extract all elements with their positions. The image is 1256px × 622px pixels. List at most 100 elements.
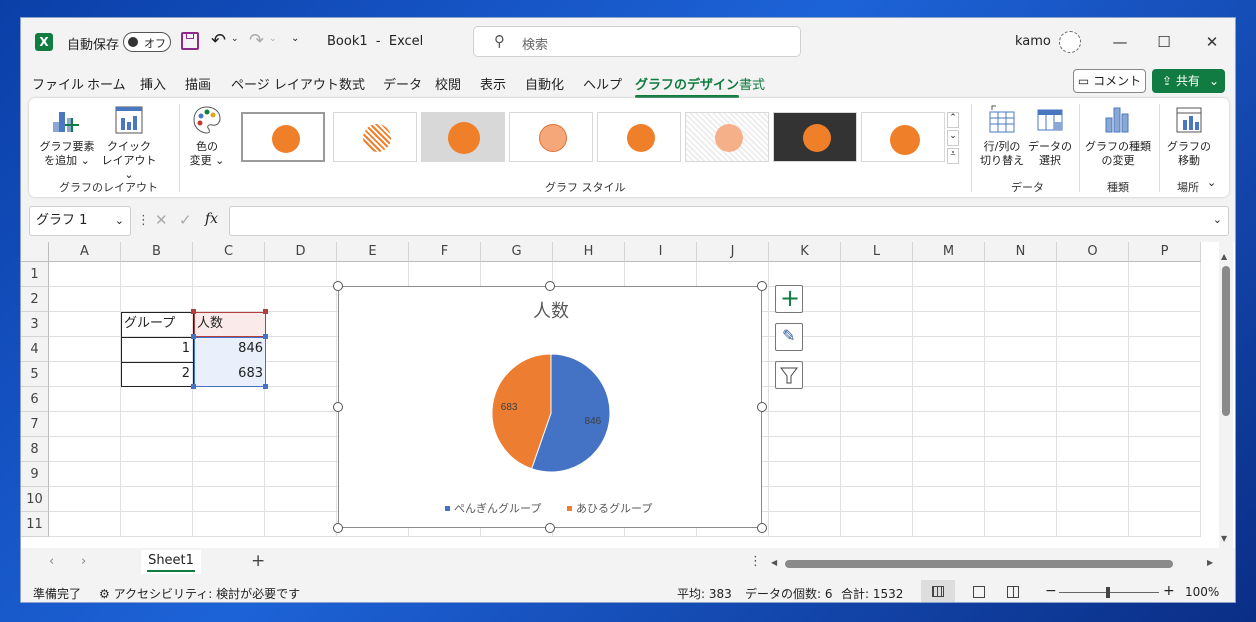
comment-button[interactable]: ▭ コメント [1073, 69, 1146, 93]
menu-home[interactable]: ホーム [87, 74, 126, 93]
undo-dropdown-icon[interactable]: ⌄ [231, 34, 239, 44]
name-box-dropdown-icon[interactable]: ⌄ [115, 207, 124, 235]
row-header-1[interactable]: 1 [21, 262, 49, 287]
cell-c4[interactable]: 683 [194, 362, 266, 387]
menu-chart-design[interactable]: グラフのデザイン [635, 74, 740, 98]
column-header-d[interactable]: D [265, 242, 337, 262]
search-box[interactable]: ⚲ 検索 [473, 26, 801, 57]
select-all-corner[interactable] [21, 242, 49, 262]
column-header-o[interactable]: O [1057, 242, 1129, 262]
row-header-6[interactable]: 6 [21, 387, 49, 412]
change-chart-type-button[interactable]: グラフの種類 の変更 [1083, 104, 1153, 168]
vertical-scroll-thumb[interactable] [1222, 266, 1230, 416]
chart-resize-handle[interactable] [757, 281, 767, 291]
chart-style-7[interactable] [773, 112, 857, 162]
chart-styles-button[interactable]: ✎ [775, 323, 803, 351]
zoom-slider[interactable] [1059, 587, 1159, 598]
row-header-8[interactable]: 8 [21, 437, 49, 462]
formula-input[interactable]: ⌄ [229, 206, 1229, 236]
page-break-view-icon[interactable] [1007, 586, 1019, 598]
formula-expand-icon[interactable]: ⌄ [1213, 213, 1222, 226]
row-header-11[interactable]: 11 [21, 512, 49, 537]
column-header-f[interactable]: F [409, 242, 481, 262]
chart-resize-handle[interactable] [757, 402, 767, 412]
chart-filters-button[interactable] [775, 361, 803, 389]
column-header-e[interactable]: E [337, 242, 409, 262]
style-scroll-down-icon[interactable]: ⌄ [947, 130, 959, 146]
chart-resize-handle[interactable] [333, 402, 343, 412]
prev-sheet-icon[interactable]: ‹ [49, 554, 54, 569]
chart-resize-handle[interactable] [757, 523, 767, 533]
chart-style-5[interactable] [597, 112, 681, 162]
vertical-scrollbar[interactable]: ▲ ▼ [1219, 242, 1233, 548]
share-button[interactable]: ⇪ 共有 ⌄ [1152, 69, 1225, 93]
column-header-l[interactable]: L [841, 242, 913, 262]
change-colors-button[interactable]: 色の 変更 ⌄ [187, 104, 227, 168]
data-label-2[interactable]: 683 [501, 402, 518, 413]
chart-resize-handle[interactable] [333, 523, 343, 533]
scroll-down-icon[interactable]: ▼ [1221, 534, 1227, 543]
column-header-j[interactable]: J [697, 242, 769, 262]
column-header-p[interactable]: P [1129, 242, 1201, 262]
cell-b2[interactable]: グループ [121, 312, 193, 337]
cell-c3[interactable]: 846 [194, 337, 266, 362]
minimize-icon[interactable]: — [1105, 28, 1135, 56]
zoom-slider-thumb[interactable] [1106, 587, 1110, 598]
name-box[interactable]: グラフ 1 ⌄ [29, 206, 131, 236]
column-header-h[interactable]: H [553, 242, 625, 262]
pie-chart[interactable]: 人数 846 683 ぺんぎんグループ あひるグループ [338, 286, 762, 528]
autosave-toggle[interactable]: オフ [123, 32, 171, 52]
row-header-2[interactable]: 2 [21, 287, 49, 312]
chart-resize-handle[interactable] [545, 523, 555, 533]
scroll-right-icon[interactable]: ▶ [1207, 558, 1213, 567]
row-header-4[interactable]: 4 [21, 337, 49, 362]
redo-icon[interactable]: ↷ [249, 30, 264, 51]
quick-layout-button[interactable]: クイック レイアウト ⌄ [99, 104, 159, 182]
data-label-1[interactable]: 846 [585, 416, 602, 427]
normal-view-icon[interactable] [921, 580, 955, 602]
menu-formulas[interactable]: 数式 [339, 74, 365, 93]
chart-style-4[interactable] [509, 112, 593, 162]
chart-title[interactable]: 人数 [533, 301, 569, 321]
row-header-5[interactable]: 5 [21, 362, 49, 387]
user-name[interactable]: kamo [1015, 34, 1051, 49]
add-sheet-button[interactable]: + [251, 551, 265, 571]
column-header-b[interactable]: B [121, 242, 193, 262]
tab-options-icon[interactable]: ⋮ [749, 554, 762, 569]
chart-style-8[interactable] [861, 112, 945, 162]
row-header-3[interactable]: 3 [21, 312, 49, 337]
cell-c2[interactable]: 人数 [194, 312, 266, 337]
move-chart-button[interactable]: グラフの 移動 [1165, 104, 1213, 168]
chart-elements-button[interactable]: + [775, 284, 803, 313]
menu-page-layout[interactable]: ページ レイアウト [231, 74, 339, 93]
chart-style-2[interactable] [333, 112, 417, 162]
scroll-left-icon[interactable]: ◀ [771, 558, 777, 567]
column-header-a[interactable]: A [49, 242, 121, 262]
undo-icon[interactable]: ↶ [211, 30, 226, 51]
column-header-m[interactable]: M [913, 242, 985, 262]
zoom-out-icon[interactable]: − [1045, 583, 1057, 599]
collapse-ribbon-icon[interactable]: ⌄ [1207, 176, 1216, 189]
scroll-up-icon[interactable]: ▲ [1221, 252, 1227, 261]
cancel-icon[interactable]: ✕ [155, 211, 168, 229]
avatar[interactable] [1059, 31, 1081, 53]
horizontal-scrollbar[interactable]: ◀ ▶ [771, 558, 1217, 570]
share-dropdown-icon[interactable]: ⌄ [1209, 69, 1219, 93]
zoom-in-icon[interactable]: + [1163, 583, 1175, 599]
menu-insert[interactable]: 挿入 [140, 74, 166, 93]
maximize-icon[interactable]: ☐ [1149, 28, 1179, 56]
style-scroll-up-icon[interactable]: ⌃ [947, 112, 959, 128]
add-chart-element-button[interactable]: グラフ要素 を追加 ⌄ [39, 104, 95, 168]
column-header-n[interactable]: N [985, 242, 1057, 262]
chart-style-3[interactable] [421, 112, 505, 162]
legend-entry-1[interactable]: ぺんぎんグループ [454, 501, 541, 515]
redo-dropdown-icon[interactable]: ⌄ [269, 34, 277, 44]
page-layout-view-icon[interactable] [973, 586, 985, 598]
row-header-7[interactable]: 7 [21, 412, 49, 437]
customize-toolbar-icon[interactable]: ⌄ [291, 33, 299, 44]
menu-review[interactable]: 校閲 [435, 74, 461, 93]
cell-b3[interactable]: 1 [121, 337, 193, 362]
row-header-9[interactable]: 9 [21, 462, 49, 487]
zoom-level[interactable]: 100% [1185, 585, 1219, 599]
next-sheet-icon[interactable]: › [81, 554, 86, 569]
